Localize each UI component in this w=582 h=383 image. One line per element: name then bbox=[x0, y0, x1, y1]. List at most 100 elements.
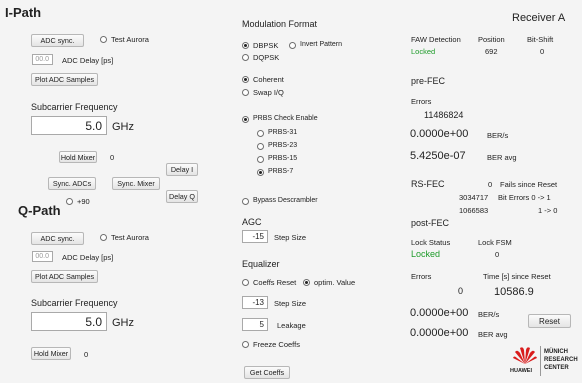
leakage-input[interactable]: 5 bbox=[242, 318, 268, 331]
prefec-ber-avg-value: 5.4250e-07 bbox=[410, 150, 466, 162]
faw-status-value: Locked bbox=[411, 47, 436, 56]
position-label: Position bbox=[478, 35, 505, 44]
rsfec-bit-errors-label: Bit Errors 0 -> 1 bbox=[498, 193, 551, 202]
ipath-test-aurora-radio[interactable] bbox=[100, 36, 107, 43]
lock-status-label: Lock Status bbox=[411, 238, 451, 247]
huawei-munich-logo: HUAWEI MÜNICH RESEARCH CENTER bbox=[509, 344, 578, 380]
plus90-radio[interactable] bbox=[66, 198, 73, 205]
logo-brand: HUAWEI bbox=[510, 368, 532, 374]
rsfec-fails-label: Fails since Reset bbox=[500, 180, 558, 189]
prefec-title: pre-FEC bbox=[411, 76, 446, 86]
sync-adcs-button[interactable]: Sync. ADCs bbox=[48, 177, 96, 190]
prbs15-radio[interactable] bbox=[257, 156, 264, 163]
hold-mixer-i-value: 0 bbox=[110, 153, 115, 162]
rsfec-bit-errors2-label: 1 -> 0 bbox=[538, 206, 558, 215]
modulation-title: Modulation Format bbox=[242, 19, 318, 29]
eq-step-label: Step Size bbox=[274, 299, 307, 308]
lock-fsm-label: Lock FSM bbox=[478, 238, 512, 247]
prbs23-radio[interactable] bbox=[257, 143, 264, 150]
agc-step-label: Step Size bbox=[274, 233, 307, 242]
bit-shift-label: Bit-Shift bbox=[527, 35, 554, 44]
postfec-ber-avg-value: 0.0000e+00 bbox=[410, 327, 469, 339]
prefec-ber-s-label: BER/s bbox=[487, 131, 509, 140]
logo-line2: RESEARCH bbox=[544, 357, 578, 363]
dbpsk-radio[interactable] bbox=[242, 42, 249, 49]
prbs-check-radio[interactable] bbox=[242, 116, 249, 123]
eq-step-input[interactable]: -13 bbox=[242, 296, 268, 309]
hold-mixer-i-button[interactable]: Hold Mixer bbox=[59, 151, 97, 163]
freeze-coeffs-radio[interactable] bbox=[242, 341, 249, 348]
sync-mixer-button[interactable]: Sync. Mixer bbox=[112, 177, 160, 190]
optim-value-radio[interactable] bbox=[303, 279, 310, 286]
ipath-adc-delay-input[interactable]: 00.0 bbox=[32, 54, 53, 65]
equalizer-title: Equalizer bbox=[242, 259, 280, 269]
ipath-plot-adc-button[interactable]: Plot ADC Samples bbox=[31, 73, 98, 86]
logo-line3: CENTER bbox=[544, 365, 569, 371]
position-value: 692 bbox=[485, 47, 498, 56]
qpath-test-aurora-label: Test Aurora bbox=[111, 233, 149, 242]
rsfec-title: RS-FEC bbox=[411, 179, 445, 189]
invert-pattern-label: Invert Pattern bbox=[300, 41, 343, 48]
logo-divider bbox=[540, 346, 541, 376]
ipath-subcarrier-label: Subcarrier Frequency bbox=[31, 102, 118, 112]
invert-pattern-radio[interactable] bbox=[289, 42, 296, 49]
qpath-title: Q-Path bbox=[18, 203, 61, 218]
dqpsk-label: DQPSK bbox=[253, 53, 280, 62]
qpath-subcarrier-label: Subcarrier Frequency bbox=[31, 298, 118, 308]
delay-q-button[interactable]: Delay Q bbox=[166, 190, 198, 203]
postfec-ber-s-value: 0.0000e+00 bbox=[410, 307, 469, 319]
bypass-descrambler-label: Bypass Descrambler bbox=[253, 197, 318, 204]
prbs7-label: PRBS-7 bbox=[268, 168, 294, 175]
coherent-radio[interactable] bbox=[242, 76, 249, 83]
prefec-ber-avg-label: BER avg bbox=[487, 153, 517, 162]
prbs23-label: PRBS-23 bbox=[268, 142, 298, 149]
postfec-ber-s-label: BER/s bbox=[478, 310, 500, 319]
ipath-title: I-Path bbox=[5, 5, 42, 20]
prefec-errors-value: 11486824 bbox=[424, 110, 464, 120]
prbs31-radio[interactable] bbox=[257, 130, 264, 137]
time-since-reset-label: Time [s] since Reset bbox=[483, 272, 551, 281]
qpath-subcarrier-input[interactable]: 5.0 bbox=[31, 312, 107, 331]
dbpsk-label: DBPSK bbox=[253, 41, 279, 50]
postfec-title: post-FEC bbox=[411, 218, 450, 228]
hold-mixer-q-button[interactable]: Hold Mixer bbox=[31, 347, 71, 360]
postfec-errors-label: Errors bbox=[411, 272, 432, 281]
freeze-coeffs-label: Freeze Coeffs bbox=[253, 340, 300, 349]
postfec-errors-value: 0 bbox=[458, 286, 464, 296]
ipath-unit: GHz bbox=[112, 121, 134, 133]
qpath-test-aurora-radio[interactable] bbox=[100, 234, 107, 241]
prbs31-label: PRBS-31 bbox=[268, 129, 298, 136]
swap-iq-label: Swap I/Q bbox=[253, 88, 284, 97]
reset-button[interactable]: Reset bbox=[528, 314, 571, 328]
prefec-errors-label: Errors bbox=[411, 97, 432, 106]
qpath-plot-adc-button[interactable]: Plot ADC Samples bbox=[31, 270, 98, 283]
rsfec-bit-errors-value: 3034717 bbox=[459, 193, 489, 202]
coherent-label: Coherent bbox=[253, 75, 284, 84]
bit-shift-value: 0 bbox=[540, 47, 545, 56]
ipath-test-aurora-label: Test Aurora bbox=[111, 35, 149, 44]
prbs7-radio[interactable] bbox=[257, 169, 264, 176]
plus90-label: +90 bbox=[77, 197, 90, 206]
rsfec-bit-errors2-value: 1066583 bbox=[459, 206, 489, 215]
coeffs-reset-radio[interactable] bbox=[242, 279, 249, 286]
bypass-descrambler-radio[interactable] bbox=[242, 198, 249, 205]
leakage-label: Leakage bbox=[277, 321, 306, 330]
prbs15-label: PRBS-15 bbox=[268, 155, 298, 162]
ipath-adc-sync-button[interactable]: ADC sync. bbox=[31, 34, 84, 47]
logo-line1: MÜNICH bbox=[544, 349, 568, 355]
swap-iq-radio[interactable] bbox=[242, 89, 249, 96]
postfec-ber-avg-label: BER avg bbox=[478, 330, 508, 339]
agc-step-input[interactable]: -15 bbox=[242, 230, 268, 243]
huawei-flower-icon bbox=[513, 347, 537, 364]
get-coeffs-button[interactable]: Get Coeffs bbox=[244, 366, 290, 379]
dqpsk-radio[interactable] bbox=[242, 54, 249, 61]
agc-title: AGC bbox=[242, 217, 262, 227]
delay-i-button[interactable]: Delay I bbox=[166, 163, 198, 176]
qpath-adc-sync-button[interactable]: ADC sync. bbox=[31, 232, 84, 245]
ipath-adc-delay-label: ADC Delay [ps] bbox=[62, 56, 114, 65]
prbs-check-label: PRBS Check Enable bbox=[253, 115, 318, 122]
ipath-subcarrier-input[interactable]: 5.0 bbox=[31, 116, 107, 135]
time-since-reset-value: 10586.9 bbox=[494, 286, 534, 298]
prefec-ber-s-value: 0.0000e+00 bbox=[410, 128, 469, 140]
qpath-adc-delay-input[interactable]: 00.0 bbox=[32, 251, 53, 262]
